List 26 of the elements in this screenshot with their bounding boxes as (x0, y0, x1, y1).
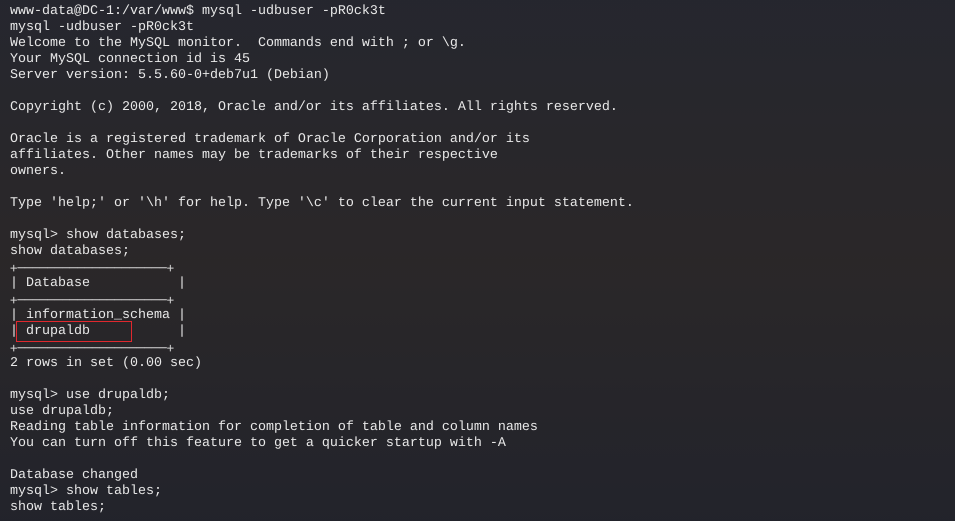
table-row: | information_schema | (10, 308, 186, 323)
terminal-line: mysql> show tables; (10, 484, 162, 499)
terminal-line: Your MySQL connection id is 45 (10, 52, 250, 67)
terminal-line: Server version: 5.5.60-0+deb7u1 (Debian) (10, 68, 330, 83)
terminal-line: Database changed (10, 468, 138, 483)
table-border: +────────────────────+ (10, 292, 174, 307)
terminal-line: Reading table information for completion of table and column names (10, 420, 538, 435)
terminal-line: mysql -udbuser -pR0ck3t (10, 20, 194, 35)
terminal-line: Welcome to the MySQL monitor. Commands end with ; or \g. (10, 36, 466, 51)
terminal-line: show databases; (10, 244, 130, 259)
table-border: +────────────────────+ (10, 340, 174, 355)
terminal-line: www-data@DC-1:/var/www$ mysql -udbuser -pR0ck3t (10, 4, 386, 19)
terminal-line: use drupaldb; (10, 404, 114, 419)
terminal-line: 2 rows in set (0.00 sec) (10, 356, 202, 371)
terminal-line: owners. (10, 164, 66, 179)
terminal-line: You can turn off this feature to get a quicker startup with -A (10, 436, 506, 451)
table-row: | drupaldb | (10, 324, 186, 339)
terminal-line: Oracle is a registered trademark of Oracle Corporation and/or its (10, 132, 530, 147)
terminal-line: affiliates. Other names may be trademarks of their respective (10, 148, 498, 163)
table-border: +────────────────────+ (10, 260, 174, 275)
terminal-line: mysql> show databases; (10, 228, 186, 243)
terminal-line: show tables; (10, 500, 106, 515)
terminal-line: mysql> use drupaldb; (10, 388, 170, 403)
table-row: | Database | (10, 276, 186, 291)
terminal-line: Type 'help;' or '\h' for help. Type '\c' to clear the current input statement. (10, 196, 634, 211)
terminal-line: Copyright (c) 2000, 2018, Oracle and/or its affiliates. All rights reserved. (10, 100, 618, 115)
